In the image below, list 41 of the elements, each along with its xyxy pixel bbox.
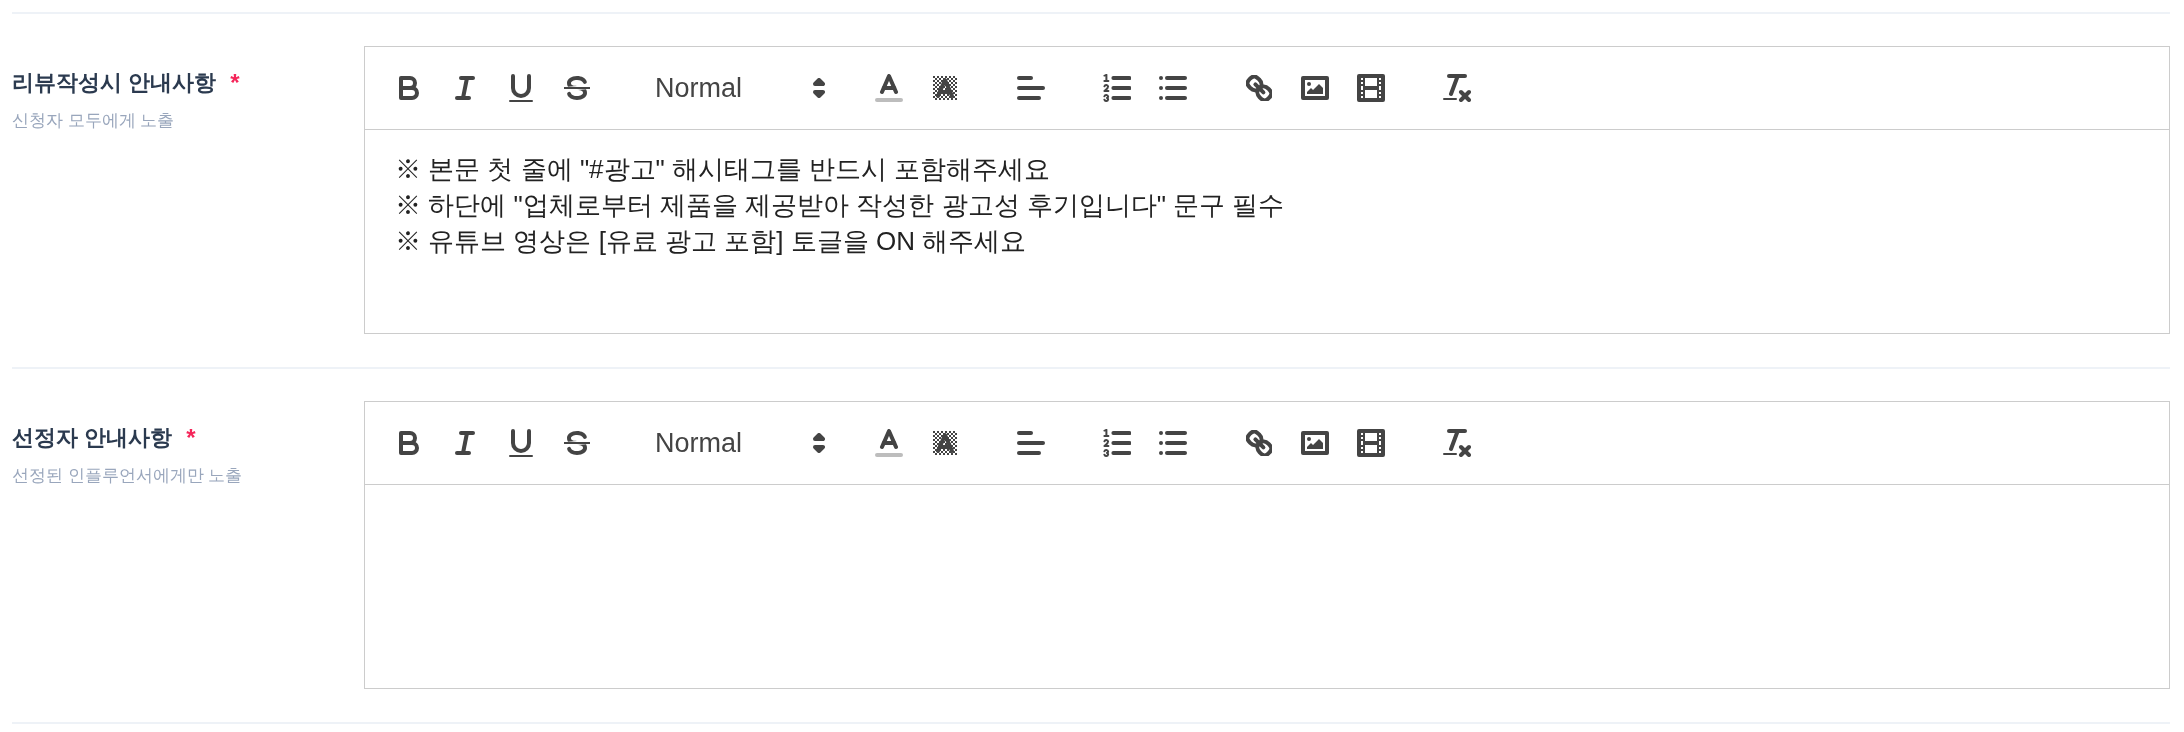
format-dropdown[interactable]: Normal <box>635 419 831 467</box>
field-hint: 선정된 인플루언서에게만 노출 <box>12 465 244 487</box>
italic-icon <box>455 431 475 455</box>
text-color-icon <box>875 74 903 102</box>
up-down-caret-icon <box>813 78 825 98</box>
align-left-icon <box>1017 431 1045 455</box>
clear-format-icon <box>1443 429 1471 457</box>
align-left-icon <box>1017 76 1045 100</box>
highlight-icon <box>933 76 957 100</box>
numbered-list-icon <box>1102 74 1132 102</box>
italic-icon <box>455 76 475 100</box>
film-icon <box>1357 429 1385 457</box>
editor-field[interactable] <box>364 485 2170 689</box>
bullet-list-icon <box>1159 431 1187 455</box>
highlight-icon <box>933 431 957 455</box>
film-icon <box>1357 74 1385 102</box>
field-label: 선정자 안내사항 <box>12 424 173 452</box>
underline-icon <box>509 429 533 457</box>
bold-icon <box>399 431 419 455</box>
underline-icon <box>509 74 533 102</box>
field-hint: 신청자 모두에게 노출 <box>12 110 176 132</box>
bullet-list-icon <box>1159 76 1187 100</box>
numbered-list-icon <box>1102 429 1132 457</box>
notice-line: ※ 본문 첫 줄에 "#광고" 해시태그를 반드시 포함해주세요 <box>395 153 1052 186</box>
up-down-caret-icon <box>813 433 825 453</box>
text-color-icon <box>875 429 903 457</box>
notice-line: ※ 하단에 "업체로부터 제품을 제공받아 작성한 광고성 후기입니다" 문구 필수 <box>395 189 1286 222</box>
link-icon <box>1245 429 1273 457</box>
field-label: 리뷰작성시 안내사항 <box>12 69 217 97</box>
notice-line: ※ 유튜브 영상은 [유료 광고 포함] 토글을 ON 해주세요 <box>395 225 1028 258</box>
image-icon <box>1301 76 1329 100</box>
required-asterisk: * <box>186 423 196 453</box>
link-icon <box>1245 74 1273 102</box>
bold-icon <box>399 76 419 100</box>
editor-field[interactable]: ※ 본문 첫 줄에 "#광고" 해시태그를 반드시 포함해주세요 ※ 하단에 "업체로부터 제품을 제공받아 작성한 광고성 후기입니다" 문구 필수 ※ 유튜브 영상은 [유료 광고 포함] 토글을 ON 해주세요 <box>364 130 2170 334</box>
required-asterisk: * <box>230 68 240 98</box>
strikethrough-icon <box>564 76 590 100</box>
image-icon <box>1301 431 1329 455</box>
clear-format-icon <box>1443 74 1471 102</box>
strikethrough-icon <box>564 431 590 455</box>
format-dropdown[interactable]: Normal <box>635 64 831 112</box>
